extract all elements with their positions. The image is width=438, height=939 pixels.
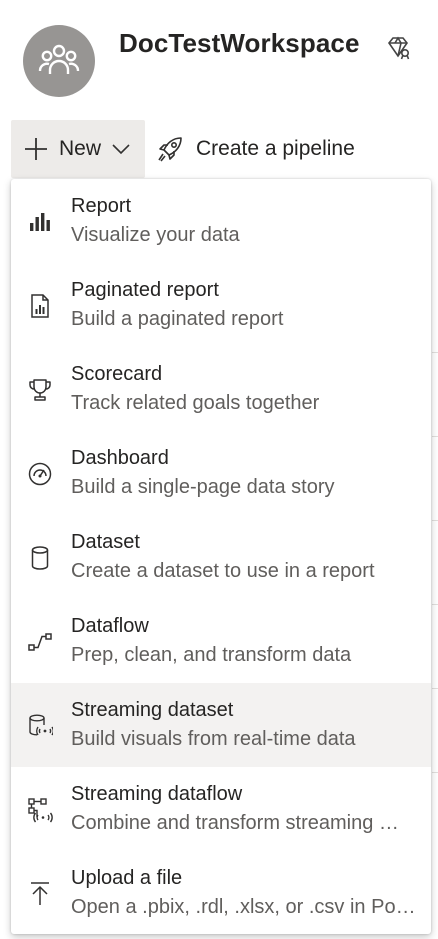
streaming-dataflow-icon [27,797,53,823]
rocket-icon [158,137,182,162]
menu-item-description: Build visuals from real-time data [71,728,356,750]
gauge-icon [27,461,53,487]
database-icon [27,545,53,571]
bar-chart-icon [27,209,53,235]
upload-icon [27,881,53,907]
people-group-icon [38,44,80,74]
menu-item-dataflow[interactable]: Dataflow Prep, clean, and transform data [11,599,431,683]
menu-item-description: Build a single-page data story [71,476,335,498]
workspace-avatar [23,25,95,97]
menu-item-description: Create a dataset to use in a report [71,560,375,582]
workspace-header: DocTestWorkspace [0,0,438,115]
menu-item-dashboard[interactable]: Dashboard Build a single-page data story [11,431,431,515]
menu-item-title: Paginated report [71,279,219,301]
new-item-dropdown-menu: Report Visualize your data Paginated rep… [11,179,431,934]
menu-item-title: Streaming dataset [71,699,234,721]
chevron-down-icon [112,144,130,155]
create-pipeline-button[interactable]: Create a pipeline [156,120,355,178]
create-pipeline-label: Create a pipeline [196,137,355,160]
menu-item-streaming-dataset[interactable]: Streaming dataset Build visuals from rea… [11,683,431,767]
menu-item-description: Combine and transform streaming … [71,812,399,834]
menu-item-title: Upload a file [71,867,183,889]
new-button-label: New [59,137,102,160]
menu-item-paginated-report[interactable]: Paginated report Build a paginated repor… [11,263,431,347]
menu-item-title: Report [71,195,132,217]
dataflow-icon [27,629,53,655]
menu-item-description: Track related goals together [71,392,320,414]
menu-item-title: Streaming dataflow [71,783,243,805]
paginated-report-icon [27,293,53,319]
trophy-icon [27,377,53,403]
menu-item-title: Dataflow [71,615,149,637]
workspace-title: DocTestWorkspace [119,28,360,58]
menu-item-description: Build a paginated report [71,308,284,330]
premium-diamond-icon [385,34,411,60]
menu-item-scorecard[interactable]: Scorecard Track related goals together [11,347,431,431]
menu-item-description: Prep, clean, and transform data [71,644,352,666]
menu-item-title: Scorecard [71,363,163,385]
menu-item-report[interactable]: Report Visualize your data [11,179,431,263]
menu-item-upload-file[interactable]: Upload a file Open a .pbix, .rdl, .xlsx,… [11,851,431,934]
menu-item-title: Dataset [71,531,140,553]
workspace-toolbar: New Create a pipeline [0,120,438,178]
menu-item-description: Open a .pbix, .rdl, .xlsx, or .csv in Po… [71,896,416,918]
streaming-database-icon [27,713,53,739]
menu-item-description: Visualize your data [71,224,240,246]
menu-item-title: Dashboard [71,447,169,469]
menu-item-dataset[interactable]: Dataset Create a dataset to use in a rep… [11,515,431,599]
menu-item-streaming-dataflow[interactable]: Streaming dataflow Combine and transform… [11,767,431,851]
new-button[interactable]: New [11,120,145,178]
plus-icon [25,138,47,160]
